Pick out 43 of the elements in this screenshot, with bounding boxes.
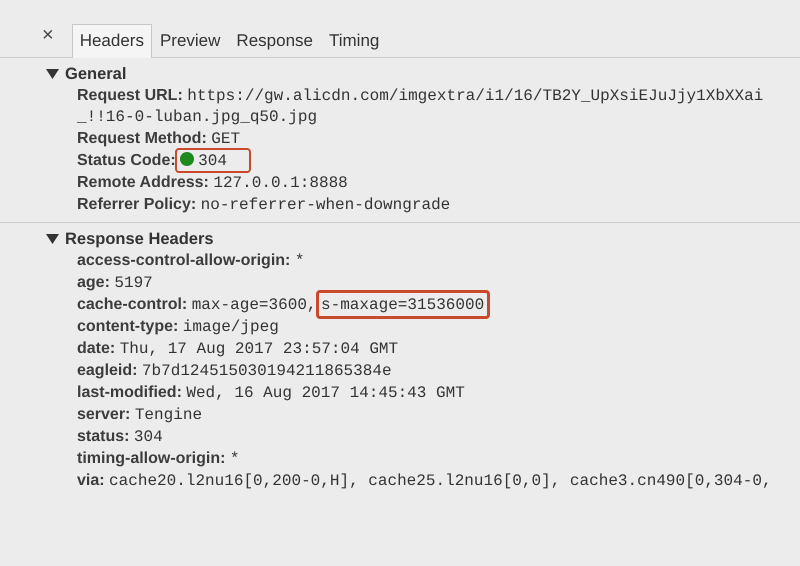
tab[interactable]: Response xyxy=(228,24,321,58)
header-name: Request URL: xyxy=(77,87,183,104)
header-name: date: xyxy=(77,340,116,357)
header-value: 304 xyxy=(134,428,163,446)
header-value: * xyxy=(294,252,304,270)
header-value: Tengine xyxy=(134,406,202,424)
header-name: Request Method: xyxy=(77,130,207,147)
section-header[interactable]: Response Headers xyxy=(0,228,220,250)
header-name: cache-control: xyxy=(77,296,188,313)
header-value: Wed, 16 Aug 2017 14:45:43 GMT xyxy=(186,384,465,402)
header-value: 304 xyxy=(198,152,227,170)
header-value: https://gw.alicdn.com/imgextra/i1/16/TB2Y_UpXsiEJuJjy1XbXXai xyxy=(187,87,764,105)
header-name: Referrer Policy: xyxy=(77,196,196,213)
header-name: Status Code: xyxy=(77,152,176,169)
expanded-triangle-icon xyxy=(46,69,59,79)
header-value: max-age=3600, xyxy=(192,296,317,314)
tab[interactable]: Headers xyxy=(72,24,152,58)
header-name: access-control-allow-origin: xyxy=(77,252,290,269)
header-value: 5197 xyxy=(114,274,153,292)
close-button[interactable]: × xyxy=(36,23,60,57)
header-value: image/jpeg xyxy=(182,318,279,336)
expanded-triangle-icon xyxy=(46,234,59,244)
header-name: age: xyxy=(77,274,110,291)
header-name: timing-allow-origin: xyxy=(77,450,226,467)
tab[interactable]: Timing xyxy=(320,24,388,58)
header-value: _!!16-0-luban.jpg_q50.jpg xyxy=(77,108,318,126)
header-value: s-maxage=31536000 xyxy=(320,296,484,314)
header-name: status: xyxy=(77,428,130,445)
header-name: content-type: xyxy=(77,318,178,335)
header-value: Thu, 17 Aug 2017 23:57:04 GMT xyxy=(120,340,398,358)
header-value: no-referrer-when-downgrade xyxy=(200,196,450,214)
header-name: via: xyxy=(77,472,105,489)
header-name: server: xyxy=(77,406,130,423)
header-value: GET xyxy=(211,130,240,148)
header-name: Remote Address: xyxy=(77,174,209,191)
section-header[interactable]: General xyxy=(0,63,132,85)
header-name: eagleid: xyxy=(77,362,138,379)
header-value: 127.0.0.1:8888 xyxy=(213,174,348,192)
header-name: last-modified: xyxy=(77,384,182,401)
tab[interactable]: Preview xyxy=(152,24,228,58)
header-value: cache20.l2nu16[0,200-0,H], cache25.l2nu16[0,0], cache3.cn490[0,304-0, xyxy=(109,472,772,490)
header-value: 7b7d124515030194211865384e xyxy=(142,362,392,380)
header-value: * xyxy=(230,450,240,468)
